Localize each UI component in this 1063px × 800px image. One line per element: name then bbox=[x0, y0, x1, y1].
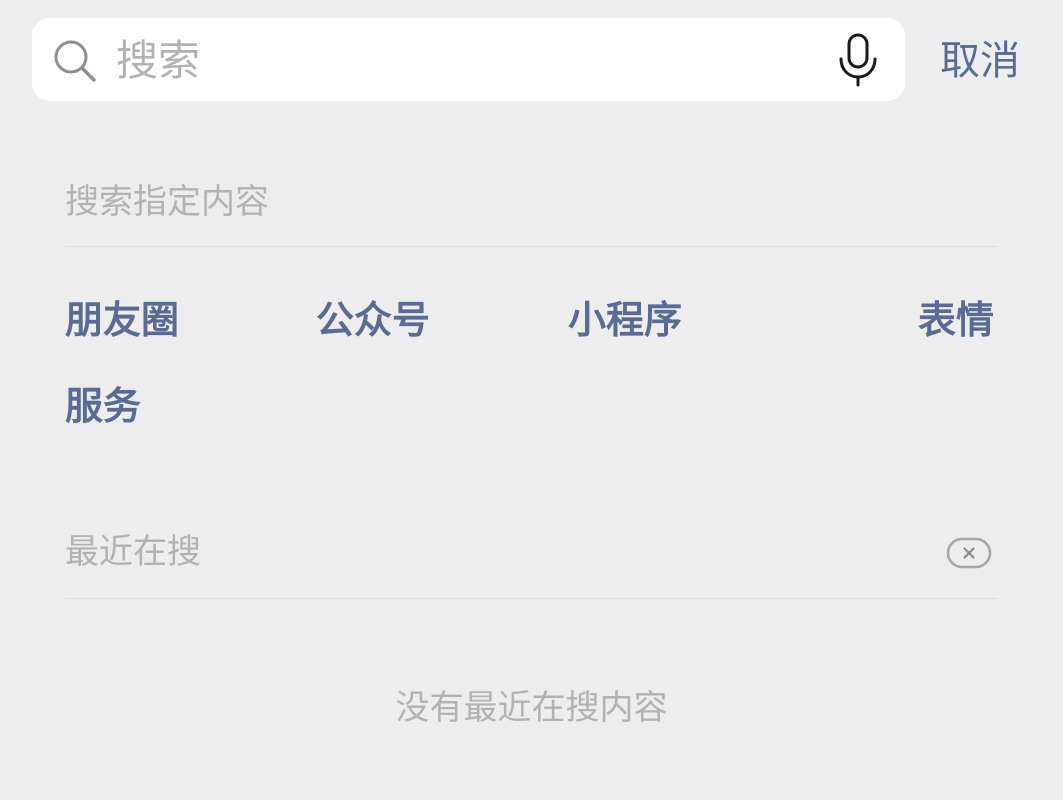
search-input[interactable] bbox=[116, 34, 816, 86]
empty-state-text: 没有最近在搜内容 bbox=[395, 688, 668, 728]
clear-history-icon[interactable] bbox=[946, 537, 992, 569]
divider bbox=[65, 598, 997, 599]
search-icon bbox=[52, 38, 98, 84]
specified-content-title: 搜索指定内容 bbox=[65, 182, 269, 222]
recent-searches-title: 最近在搜 bbox=[65, 532, 201, 572]
category-mini-programs[interactable]: 小程序 bbox=[568, 297, 682, 343]
category-official-accounts[interactable]: 公众号 bbox=[316, 297, 430, 343]
microphone-icon[interactable] bbox=[836, 32, 880, 88]
divider bbox=[65, 246, 997, 247]
category-moments[interactable]: 朋友圈 bbox=[65, 297, 179, 343]
category-services[interactable]: 服务 bbox=[65, 383, 141, 429]
cancel-button[interactable]: 取消 bbox=[940, 36, 1020, 86]
category-stickers[interactable]: 表情 bbox=[918, 297, 994, 343]
